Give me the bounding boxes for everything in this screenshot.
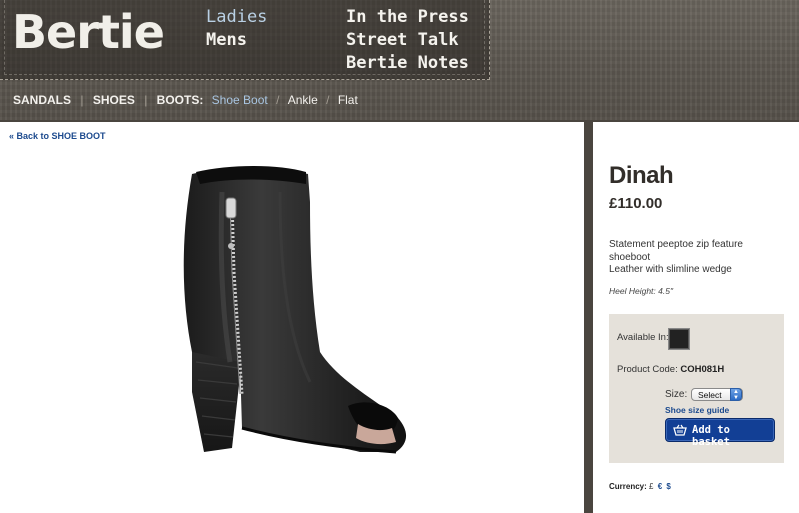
add-to-basket-button[interactable]: Add to basket (665, 418, 775, 448)
product-image[interactable] (160, 162, 420, 462)
product-code-value: COH081H (680, 364, 725, 375)
nav-link-mens[interactable]: Mens (206, 29, 267, 52)
panel-divider (584, 122, 593, 513)
description-line: Statement peeptoe zip feature shoeboot (609, 239, 743, 263)
subnav-divider: | (144, 93, 148, 107)
product-price: £110.00 (609, 195, 663, 212)
subnav-sandals[interactable]: SANDALS (13, 92, 71, 108)
category-subnav: SANDALS | SHOES | BOOTS: Shoe Boot / Ank… (13, 92, 358, 108)
add-to-basket-label: Add to basket (692, 424, 730, 448)
product-details-panel: Dinah £110.00 Statement peeptoe zip feat… (593, 122, 799, 513)
size-select[interactable]: Select ▲ ▼ (691, 388, 744, 401)
description-line: Leather with slimline wedge (609, 264, 732, 275)
currency-eur[interactable]: € (658, 482, 662, 491)
subnav-slash: / (326, 93, 330, 107)
product-image-panel: « Back to SHOE BOOT (0, 122, 584, 513)
color-swatch-black[interactable] (668, 328, 690, 350)
logo-panel: Bertie Ladies Mens In the Press Street T… (0, 0, 490, 80)
nav-link-street-talk[interactable]: Street Talk (346, 29, 469, 52)
nav-link-in-the-press[interactable]: In the Press (346, 6, 469, 29)
product-description: Statement peeptoe zip feature shoeboot L… (609, 239, 784, 277)
currency-switcher: Currency: £ € $ (609, 482, 671, 491)
subnav-flat[interactable]: Flat (338, 92, 358, 108)
currency-gbp[interactable]: £ (649, 482, 653, 491)
subnav-slash: / (276, 93, 280, 107)
nav-link-ladies[interactable]: Ladies (206, 6, 267, 29)
nav-link-bertie-notes[interactable]: Bertie Notes (346, 52, 469, 75)
main-nav-secondary: In the Press Street Talk Bertie Notes (346, 6, 469, 75)
boot-illustration (183, 166, 407, 454)
size-select-value: Select (698, 390, 722, 400)
currency-label: Currency: (609, 482, 647, 491)
purchase-options-box: Available In: Product Code: COH081H Size… (609, 314, 784, 463)
product-name: Dinah (609, 162, 674, 189)
subnav-shoes[interactable]: SHOES (93, 92, 135, 108)
basket-icon (673, 424, 687, 436)
subnav-ankle[interactable]: Ankle (288, 92, 318, 108)
size-label: Size: (665, 389, 688, 401)
available-in-label: Available In: (617, 332, 669, 343)
size-row: Size: Select ▲ ▼ (665, 388, 744, 401)
select-arrows-icon: ▲ ▼ (730, 388, 743, 401)
product-code-label: Product Code: (617, 364, 678, 375)
shoe-size-guide-link[interactable]: Shoe size guide (665, 405, 729, 415)
heel-height: Heel Height: 4.5" (609, 286, 673, 296)
back-to-category-link[interactable]: « Back to SHOE BOOT (9, 131, 106, 141)
main-nav-primary: Ladies Mens (206, 6, 267, 52)
subnav-boots[interactable]: BOOTS: (157, 92, 204, 108)
brand-logo[interactable]: Bertie (12, 5, 165, 59)
subnav-divider: | (80, 93, 84, 107)
product-code: Product Code: COH081H (617, 364, 724, 375)
site-header: Bertie Ladies Mens In the Press Street T… (0, 0, 799, 120)
subnav-shoe-boot[interactable]: Shoe Boot (212, 92, 268, 108)
currency-usd[interactable]: $ (666, 482, 670, 491)
